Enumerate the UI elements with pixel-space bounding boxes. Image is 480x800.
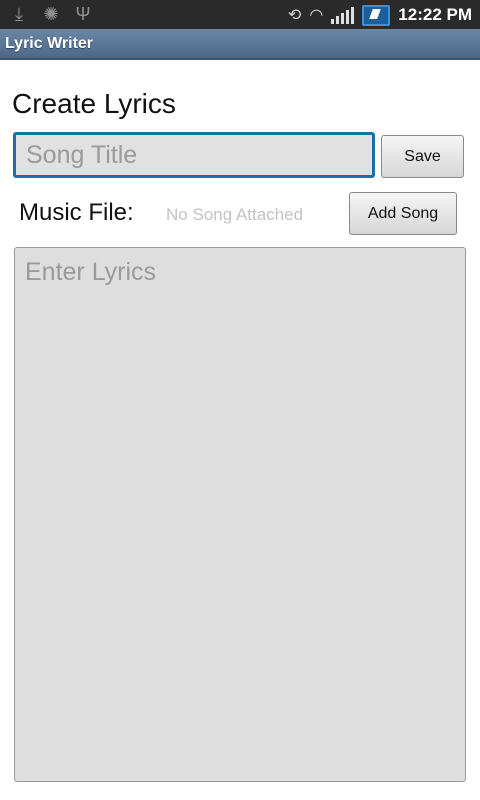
battery-charging-icon: [362, 4, 391, 26]
app-title-bar: Lyric Writer: [0, 29, 480, 60]
song-title-input[interactable]: [13, 132, 375, 178]
download-icon: ⤓: [15, 4, 23, 24]
add-song-button[interactable]: Add Song: [349, 192, 457, 235]
status-bar: ⤓ ✺ Ψ ⟲ ◠ 12:22 PM: [0, 0, 480, 29]
save-button[interactable]: Save: [381, 135, 464, 178]
rotation-icon: ⟲: [287, 7, 302, 24]
system-icons: ⟲ ◠ 12:22 PM: [288, 3, 472, 27]
usb-icon: Ψ: [75, 4, 91, 24]
wifi-icon: ◠: [309, 7, 324, 24]
android-debug-icon: ✺: [43, 4, 59, 24]
lyrics-textarea[interactable]: [14, 247, 466, 782]
notification-icons: ⤓ ✺ Ψ: [10, 4, 92, 24]
app-title: Lyric Writer: [5, 35, 94, 52]
signal-icon: [331, 6, 355, 24]
song-status-text: No Song Attached: [166, 205, 304, 224]
music-file-label: Music File:: [19, 199, 134, 226]
status-time: 12:22 PM: [398, 5, 472, 24]
page-title: Create Lyrics: [12, 88, 176, 119]
